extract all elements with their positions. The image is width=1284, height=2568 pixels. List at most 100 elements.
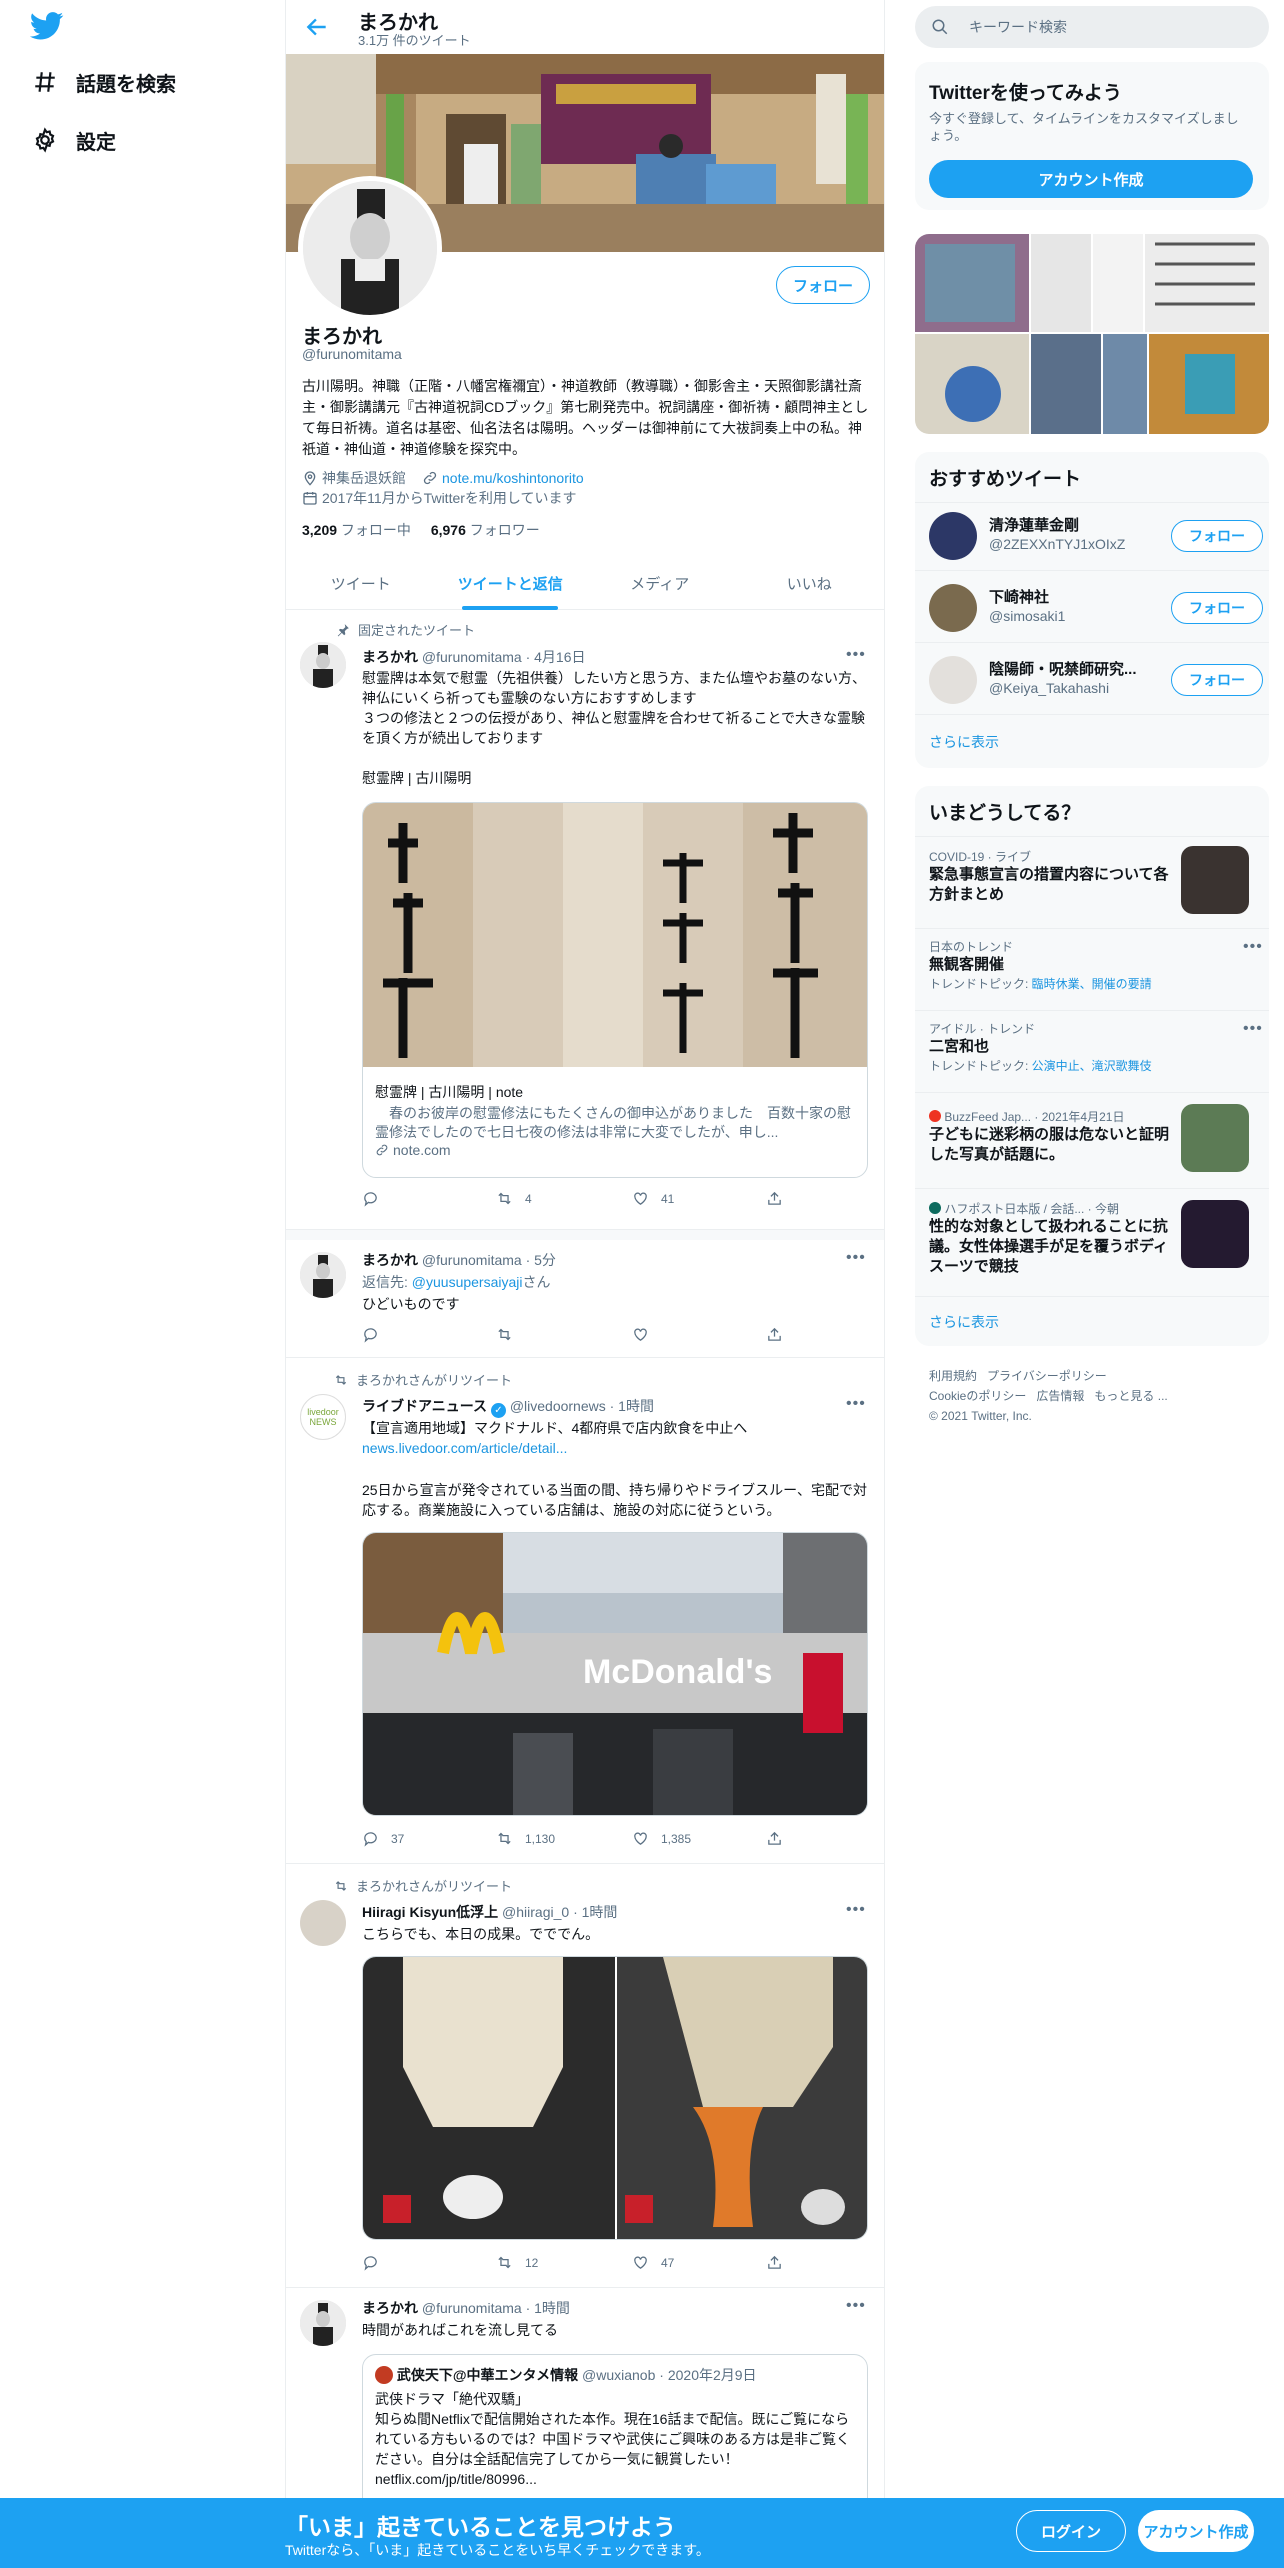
followers-link[interactable]: 6,976 フォロワー <box>431 522 540 538</box>
divider <box>915 714 1269 715</box>
footer-privacy[interactable]: プライバシーポリシー <box>987 1369 1107 1383</box>
quoted-tweet[interactable]: 武侠天下@中華エンタメ情報 @wuxianob · 2020年2月9日 武侠ドラ… <box>362 2354 868 2514</box>
suggested-follow-button[interactable]: フォロー <box>1171 592 1263 624</box>
suggested-follow-button[interactable]: フォロー <box>1171 520 1263 552</box>
suggested-follow-button[interactable]: フォロー <box>1171 664 1263 696</box>
link-card[interactable]: 慰霊牌 | 古川陽明 | note 春のお彼岸の慰霊修法にもたくさんの御申込があ… <box>362 802 868 1178</box>
tab-tweets[interactable]: ツイート <box>286 558 436 609</box>
more-options-icon[interactable]: ••• <box>846 1901 866 1919</box>
tweet-author-handle[interactable]: @livedoornews <box>510 1398 606 1414</box>
retweet-button[interactable] <box>496 1326 525 1343</box>
like-button[interactable]: 41 <box>632 1190 674 1207</box>
more-options-icon[interactable]: ••• <box>846 1249 866 1267</box>
link-icon <box>376 1144 388 1156</box>
tweet-author-handle[interactable]: @furunomitama <box>422 649 522 665</box>
suggested-user-name: 清浄蓮華金剛 <box>989 517 1080 534</box>
reply-button[interactable] <box>362 1326 391 1343</box>
share-button[interactable] <box>766 2254 795 2271</box>
tweet-retweet-livedoor[interactable]: まろかれさんがリツイート livedoor NEWS ライブドアニュース ✓ @… <box>286 1358 884 1864</box>
more-options-icon[interactable]: ••• <box>846 2297 866 2315</box>
tweet-image-mcdonalds[interactable]: McDonald's <box>362 1532 868 1816</box>
nav-settings[interactable]: 設定 <box>32 120 116 160</box>
like-button[interactable] <box>632 1326 661 1343</box>
twitter-logo-icon[interactable] <box>30 12 64 40</box>
profile-link[interactable]: note.mu/koshintonorito <box>442 470 584 486</box>
retweet-button[interactable]: 12 <box>496 2254 538 2271</box>
following-link[interactable]: 3,209 フォロー中 <box>302 522 411 538</box>
trends-panel: いまどうしてる？ COVID-19 · ライブ 緊急事態宣言の措置内容について各… <box>915 786 1269 1346</box>
reply-button[interactable] <box>362 1190 391 1207</box>
reply-icon <box>364 2256 377 2271</box>
more-options-icon[interactable]: ••• <box>846 1395 866 1413</box>
tweet-author-name[interactable]: まろかれ <box>362 1252 418 1268</box>
footer-more[interactable]: もっと見る ... <box>1094 1389 1167 1403</box>
retweet-button[interactable]: 1,130 <box>496 1830 555 1847</box>
tab-likes[interactable]: いいね <box>735 558 885 609</box>
tweet-image-artwork[interactable] <box>362 1956 868 2240</box>
tweet-pinned[interactable]: 固定されたツイート まろかれ @furunomitama · 4月16日 •••… <box>286 610 884 1230</box>
trend-item[interactable]: 日本のトレンド 無観客開催 トレンドトピック: 臨時休業、開催の要請 <box>929 938 1259 992</box>
tweet-time[interactable]: · 4月16日 <box>526 649 586 665</box>
signup-button[interactable]: アカウント作成 <box>1138 2510 1254 2552</box>
nav-explore[interactable]: 話題を検索 <box>32 62 176 102</box>
share-button[interactable] <box>766 1326 795 1343</box>
more-options-icon[interactable]: ••• <box>1243 1020 1263 1038</box>
reply-to-link[interactable]: @yuusupersaiyaji <box>412 1274 523 1290</box>
trend-item[interactable]: アイドル · トレンド 二宮和也 トレンドトピック: 公演中止、滝沢歌舞伎 <box>929 1020 1259 1074</box>
tweet-time[interactable]: · 1時間 <box>573 1904 617 1920</box>
reply-button[interactable]: 37 <box>362 1830 404 1847</box>
card-description: 春のお彼岸の慰霊修法にもたくさんの御申込がありました 百数十家の慰霊修法でしたの… <box>375 1105 851 1140</box>
footer-cookie[interactable]: Cookieのポリシー <box>929 1389 1026 1403</box>
tweet-text-2: 25日から宣言が発令されている当面の間、持ち帰りやドライブスルー、宅配で対応する… <box>362 1482 868 1518</box>
pin-icon <box>337 623 349 636</box>
tweet-avatar[interactable] <box>300 1900 346 1946</box>
tweet-time[interactable]: · 1時間 <box>610 1398 654 1414</box>
retweet-button[interactable]: 4 <box>496 1190 532 1207</box>
tweet-time[interactable]: · 1時間 <box>526 2300 570 2316</box>
livedoor-avatar[interactable]: livedoor NEWS <box>300 1394 346 1440</box>
like-button[interactable]: 1,385 <box>632 1830 691 1847</box>
tweet-avatar[interactable] <box>300 2300 346 2346</box>
tweet-author-name[interactable]: まろかれ <box>362 2300 418 2316</box>
tweet-author-name[interactable]: ライブドアニュース <box>362 1398 487 1414</box>
tweet-author-handle[interactable]: @hiiragi_0 <box>502 1904 569 1920</box>
suggest-show-more[interactable]: さらに表示 <box>929 732 999 752</box>
tweet-time[interactable]: · 5分 <box>526 1252 556 1268</box>
footer-ads[interactable]: 広告情報 <box>1036 1389 1084 1403</box>
profile-avatar[interactable] <box>298 176 442 320</box>
profile-joined-row: 2017年11月からTwitterを利用しています <box>302 488 577 508</box>
login-button[interactable]: ログイン <box>1016 2510 1126 2552</box>
suggested-user[interactable]: 下崎神社 @simosaki1 フォロー <box>929 578 1263 634</box>
search-box[interactable]: キーワード検索 <box>915 6 1269 48</box>
trend-topic-link[interactable]: 臨時休業、開催の要請 <box>1032 977 1152 991</box>
trends-show-more[interactable]: さらに表示 <box>929 1312 999 1332</box>
suggested-user[interactable]: 清浄蓮華金剛 @2ZEXXnTYJ1xOIxZ フォロー <box>929 506 1263 562</box>
tweet-text: ひどいものです <box>362 1296 460 1312</box>
footer-terms[interactable]: 利用規約 <box>929 1369 977 1383</box>
tweet-author-handle[interactable]: @furunomitama <box>422 1252 522 1268</box>
tweet-reply[interactable]: まろかれ @furunomitama · 5分 ••• 返信先: @yuusup… <box>286 1240 884 1358</box>
tab-tweets-and-replies[interactable]: ツイートと返信 <box>436 558 586 610</box>
tweet-retweet-hiiragi[interactable]: まろかれさんがリツイート Hiiragi Kisyun低浮上 @hiiragi_… <box>286 1864 884 2288</box>
like-button[interactable]: 47 <box>632 2254 674 2271</box>
back-arrow-icon[interactable] <box>304 14 330 40</box>
share-button[interactable] <box>766 1190 795 1207</box>
divider <box>915 1188 1269 1189</box>
reply-button[interactable] <box>362 2254 391 2271</box>
tweet-author-name[interactable]: まろかれ <box>362 649 418 665</box>
follow-button[interactable]: フォロー <box>776 266 870 304</box>
promo-create-account-button[interactable]: アカウント作成 <box>929 160 1253 198</box>
tweet-link[interactable]: news.livedoor.com/article/detail... <box>362 1438 872 1458</box>
more-options-icon[interactable]: ••• <box>1243 938 1263 956</box>
suggested-user[interactable]: 陰陽師・呪禁師研究... @Keiya_Takahashi フォロー <box>929 650 1263 706</box>
media-grid[interactable] <box>915 234 1269 434</box>
header-tweet-count: 3.1万 件のツイート <box>358 33 471 48</box>
tweet-author-name[interactable]: Hiiragi Kisyun低浮上 <box>362 1904 498 1920</box>
tab-media[interactable]: メディア <box>585 558 735 609</box>
tweet-avatar[interactable] <box>300 642 346 688</box>
tweet-author-handle[interactable]: @furunomitama <box>422 2300 522 2316</box>
more-options-icon[interactable]: ••• <box>846 646 866 664</box>
trend-topic-link[interactable]: 公演中止、滝沢歌舞伎 <box>1032 1059 1152 1073</box>
share-button[interactable] <box>766 1830 795 1847</box>
tweet-avatar[interactable] <box>300 1252 346 1298</box>
